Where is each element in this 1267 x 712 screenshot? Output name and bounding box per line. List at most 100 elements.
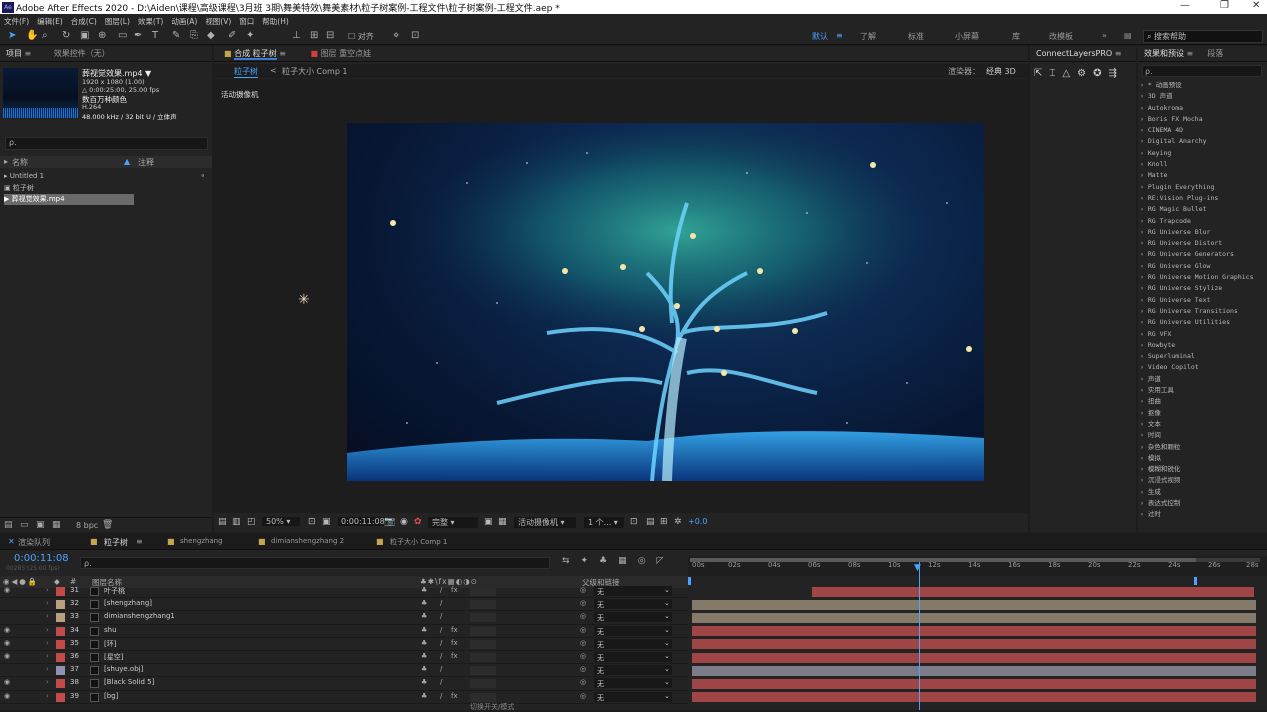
expand-arrow-icon[interactable]: ›	[46, 652, 49, 660]
layer-label-color[interactable]	[56, 600, 65, 610]
project-item-untitled[interactable]: ▸ Untitled 1 ⚬	[4, 171, 212, 182]
rectangle-tool-icon[interactable]: ▭	[118, 30, 127, 41]
eraser-tool-icon[interactable]: ◆	[207, 30, 215, 41]
effects-category[interactable]: › RG Trapcode	[1140, 216, 1265, 227]
menu-animation[interactable]: 动画(A)	[167, 16, 201, 27]
switch-boxes[interactable]	[470, 653, 496, 662]
breadcrumb-particle-tree[interactable]: 粒子树	[234, 66, 258, 78]
effects-category[interactable]: › 表达式控制	[1140, 498, 1265, 509]
snap-features-icon[interactable]: ⊡	[411, 30, 419, 41]
hand-tool-icon[interactable]: ✋	[26, 30, 38, 41]
effects-category[interactable]: › Plugin Everything	[1140, 182, 1265, 193]
effects-category[interactable]: › 时间	[1140, 430, 1265, 441]
effects-category[interactable]: › RG Universe Text	[1140, 295, 1265, 306]
parent-select[interactable]: 无 ⌄	[594, 691, 672, 702]
quality-switch-icon[interactable]: /	[440, 692, 442, 700]
effects-category[interactable]: › RG Universe Glow	[1140, 261, 1265, 272]
effects-category[interactable]: › 扭曲	[1140, 396, 1265, 407]
trash-icon[interactable]: 🗑	[102, 520, 113, 530]
expand-arrow-icon[interactable]: ›	[46, 692, 49, 700]
visibility-eye-icon[interactable]: ◉	[4, 692, 10, 700]
layer-name[interactable]: [星空]	[104, 652, 123, 662]
visibility-eye-icon[interactable]: ◉	[4, 586, 10, 594]
maximize-button[interactable]: ❐	[1220, 0, 1229, 11]
layer-label-color[interactable]	[56, 587, 65, 596]
graph-editor-icon[interactable]: ◸	[657, 556, 675, 566]
timeline-timecode[interactable]: 0:00:11:08	[14, 553, 69, 564]
quality-switch-icon[interactable]: /	[440, 586, 442, 594]
layer-label-color[interactable]	[56, 639, 65, 649]
layer-duration-bar[interactable]	[692, 599, 1256, 610]
snap-edges-icon[interactable]: ⋄	[393, 30, 399, 41]
pick-whip-icon[interactable]: ◎	[580, 639, 586, 647]
layer-label-color[interactable]	[56, 626, 65, 636]
show-snapshot-icon[interactable]: ◉	[400, 517, 408, 527]
effects-category[interactable]: › 模糊和锐化	[1140, 464, 1265, 475]
effects-category[interactable]: › Matte	[1140, 170, 1265, 181]
switch-boxes[interactable]	[470, 613, 496, 623]
shy-switch-icon[interactable]: ♣	[421, 612, 427, 620]
parent-select[interactable]: 无 ⌄	[594, 678, 672, 689]
quality-switch-icon[interactable]: /	[440, 599, 442, 607]
workspace-standard[interactable]: 标准	[908, 31, 924, 42]
col-name[interactable]: 名称	[12, 157, 28, 168]
exposure-value[interactable]: +0.0	[688, 517, 707, 526]
shy-switch-icon[interactable]: ♣	[421, 599, 427, 607]
effects-category[interactable]: › 3D 声道	[1140, 91, 1265, 102]
resolution-select[interactable]: 完整 ▾	[428, 517, 478, 528]
shy-switch-icon[interactable]: ♣	[421, 626, 427, 634]
current-time-field[interactable]: 0:00:11:08	[338, 517, 388, 526]
parent-select[interactable]: 无 ⌄	[594, 586, 672, 596]
expand-arrow-icon[interactable]: ›	[46, 586, 49, 594]
layer-row[interactable]: ◉ › 35 [环] ♣ / fx ◎ 无 ⌄	[0, 638, 688, 651]
parent-select[interactable]: 无 ⌄	[594, 638, 672, 649]
effects-category[interactable]: › 文本	[1140, 419, 1265, 430]
region-of-interest-icon[interactable]: ▣	[484, 517, 493, 527]
work-area-start-marker[interactable]	[688, 577, 691, 585]
effects-category[interactable]: › Video Copilot	[1140, 362, 1265, 373]
switch-boxes[interactable]	[470, 639, 496, 649]
axis-world-icon[interactable]: ⊞	[310, 30, 318, 41]
fx-switch[interactable]: fx	[451, 692, 458, 700]
renderer-value[interactable]: 经典 3D	[986, 66, 1016, 77]
layer-row[interactable]: › 37 [shuye.obj] ♣ / ◎ 无 ⌄	[0, 664, 688, 678]
effects-category[interactable]: › 沉浸式视频	[1140, 475, 1265, 486]
layer-name[interactable]: [shuye.obj]	[104, 665, 143, 673]
layer-name[interactable]: [bg]	[104, 692, 118, 700]
pick-whip-icon[interactable]: ◎	[580, 678, 586, 686]
effects-category[interactable]: › 模拟	[1140, 453, 1265, 464]
draft-3d-icon[interactable]: ✦	[581, 556, 600, 566]
effects-category[interactable]: › RG Universe Distort	[1140, 238, 1265, 249]
menu-layer[interactable]: 图层(L)	[101, 16, 134, 27]
parent-select[interactable]: 无 ⌄	[594, 625, 672, 636]
expand-arrow-icon[interactable]: ›	[46, 599, 49, 607]
expand-arrow-icon[interactable]: ›	[46, 626, 49, 634]
effects-category[interactable]: › CINEMA 4D	[1140, 125, 1265, 136]
effects-category[interactable]: › RG Magic Bullet	[1140, 204, 1265, 215]
connectlayers-tab[interactable]: ConnectLayersPRO	[1036, 49, 1112, 58]
layer-name[interactable]: [Black Solid 5]	[104, 678, 154, 686]
layer-label-color[interactable]	[56, 613, 65, 623]
col-comment[interactable]: 注释	[138, 157, 154, 168]
more-workspaces-button[interactable]: »	[1102, 31, 1107, 40]
layer-row[interactable]: ◉ › 39 [bg] ♣ / fx ◎ 无 ⌄	[0, 691, 688, 704]
project-tab[interactable]: 项目	[6, 49, 22, 58]
tab-particle-tree[interactable]: 粒子树	[104, 537, 128, 548]
quality-switch-icon[interactable]: /	[440, 639, 442, 647]
zoom-tool-icon[interactable]: ⌕	[42, 30, 48, 41]
effects-category[interactable]: › 声道	[1140, 374, 1265, 385]
expand-arrow-icon[interactable]: ›	[46, 678, 49, 686]
rotate-tool-icon[interactable]: ↻	[62, 30, 70, 41]
layer-label-color[interactable]	[56, 653, 65, 662]
effects-category[interactable]: › RG Universe Motion Graphics	[1140, 272, 1265, 283]
playhead-handle-icon[interactable]: ▼	[914, 563, 921, 573]
quality-switch-icon[interactable]: /	[440, 652, 442, 660]
project-item-video[interactable]: ▶ 葬视觉效果.mp4	[4, 194, 134, 205]
layer-name[interactable]: 叶子桃	[104, 586, 125, 596]
visibility-eye-icon[interactable]: ◉	[4, 639, 10, 647]
connect-split-icon[interactable]: ⌶	[1049, 68, 1062, 79]
workspace-template[interactable]: 改模板	[1049, 31, 1073, 42]
connect-lines-icon[interactable]: ⇱	[1034, 68, 1049, 79]
effects-category[interactable]: › Knoll	[1140, 159, 1265, 170]
color-channels-icon[interactable]: ✿	[414, 517, 422, 527]
